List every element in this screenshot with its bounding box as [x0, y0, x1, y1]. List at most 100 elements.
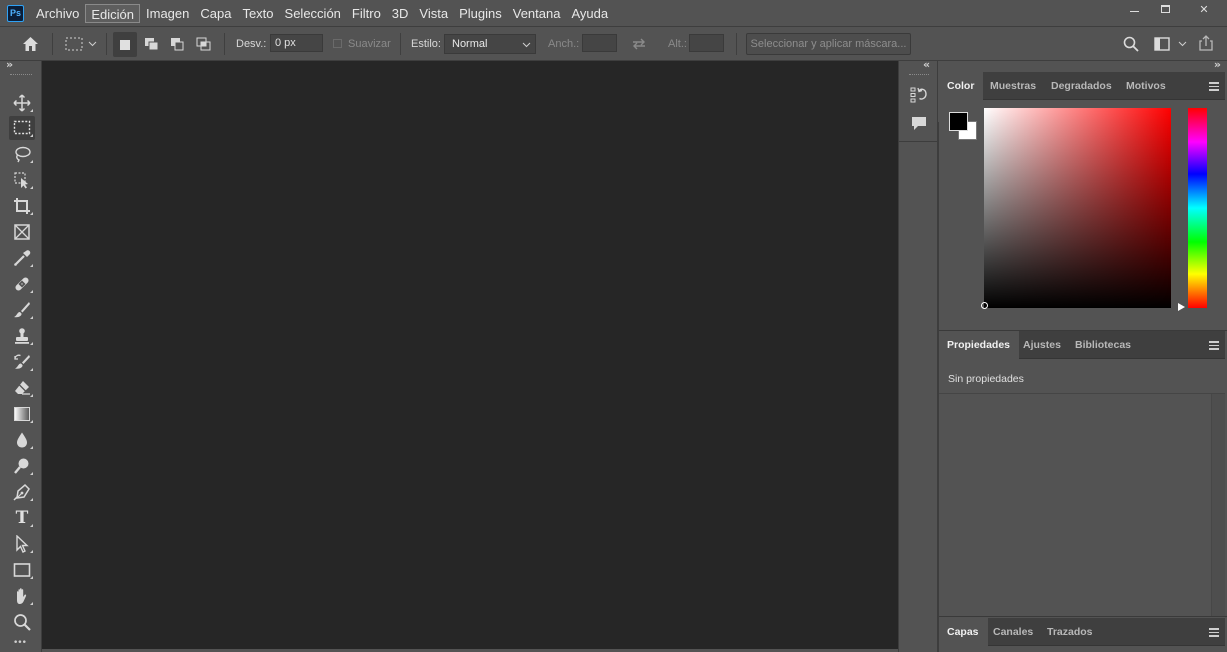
menu-3d[interactable]: 3D: [387, 4, 414, 23]
menu-layer[interactable]: Capa: [195, 4, 236, 23]
lasso-tool[interactable]: [9, 142, 35, 166]
menu-help[interactable]: Ayuda: [566, 4, 613, 23]
properties-scrollbar[interactable]: [1211, 394, 1225, 616]
menu-edit[interactable]: Edición: [85, 3, 140, 23]
width-label: Anch.:: [548, 38, 580, 50]
minimize-button[interactable]: [1119, 0, 1150, 18]
right-panel-dock: » Color Muestras Degradados Motivos Prop…: [938, 58, 1227, 652]
layers-panel-menu-icon[interactable]: [1209, 628, 1219, 639]
expand-panels-button[interactable]: «: [923, 58, 930, 71]
menu-filter[interactable]: Filtro: [347, 4, 386, 23]
width-input[interactable]: [582, 34, 617, 52]
menu-select[interactable]: Selección: [280, 4, 346, 23]
tools-panel: » T •••: [0, 58, 42, 652]
menu-view[interactable]: Vista: [414, 4, 453, 23]
close-button[interactable]: ✕: [1181, 0, 1227, 18]
crop-tool[interactable]: [9, 194, 35, 218]
crop-icon: [14, 198, 30, 214]
collapse-dock-button[interactable]: »: [1214, 58, 1221, 71]
workspace-button[interactable]: [1150, 34, 1190, 54]
collapse-toolbar-button[interactable]: »: [6, 58, 13, 71]
eraser-tool[interactable]: [9, 376, 35, 400]
tab-color[interactable]: Color: [938, 72, 984, 100]
feather-label: Desv.:: [236, 38, 267, 50]
toolbar-grip: [10, 74, 32, 76]
object-select-tool[interactable]: [9, 168, 35, 192]
hue-slider[interactable]: [1188, 108, 1207, 308]
tool-preset-picker[interactable]: [62, 34, 100, 54]
home-button[interactable]: [19, 33, 41, 55]
menu-window[interactable]: Ventana: [508, 4, 566, 23]
tab-properties[interactable]: Propiedades: [938, 331, 1020, 359]
brush-tool[interactable]: [9, 298, 35, 322]
maximize-button[interactable]: [1150, 0, 1181, 18]
collapsed-panel-strip: «: [898, 58, 938, 652]
height-input[interactable]: [689, 34, 724, 52]
rect-marquee-icon: [65, 37, 83, 51]
tab-swatches[interactable]: Muestras: [981, 72, 1045, 100]
hue-slider-handle[interactable]: [1178, 303, 1185, 311]
properties-empty-text: Sin propiedades: [948, 373, 1024, 385]
document-canvas-area[interactable]: [42, 61, 898, 649]
tab-libraries[interactable]: Bibliotecas: [1066, 331, 1140, 359]
path-select-tool[interactable]: [9, 532, 35, 556]
subtract-selection-icon: [171, 38, 184, 51]
frame-tool[interactable]: [9, 220, 35, 244]
style-select[interactable]: Normal: [444, 34, 536, 54]
color-picker-handle[interactable]: [981, 302, 988, 309]
pen-tool[interactable]: [9, 480, 35, 504]
type-tool[interactable]: T: [9, 506, 35, 530]
color-picker-field[interactable]: [984, 108, 1171, 308]
more-tools-button[interactable]: •••: [13, 638, 27, 648]
history-panel-button[interactable]: [908, 84, 930, 106]
chevron-down-icon: [1178, 41, 1186, 47]
tab-channels[interactable]: Canales: [984, 618, 1042, 646]
add-to-selection-button[interactable]: [142, 35, 160, 53]
search-button[interactable]: [1121, 34, 1141, 54]
share-button[interactable]: [1196, 33, 1216, 53]
tab-gradients[interactable]: Degradados: [1042, 72, 1121, 100]
foreground-color-swatch[interactable]: [949, 112, 968, 131]
hand-tool[interactable]: [9, 584, 35, 608]
history-brush-tool[interactable]: [9, 350, 35, 374]
marquee-tool[interactable]: [9, 116, 35, 140]
move-tool[interactable]: [9, 91, 35, 115]
dodge-tool[interactable]: [9, 454, 35, 478]
frame-icon: [14, 224, 30, 240]
rectangle-tool[interactable]: [9, 558, 35, 582]
menu-plugins[interactable]: Plugins: [454, 4, 507, 23]
healing-brush-tool[interactable]: [9, 272, 35, 296]
tab-adjustments[interactable]: Ajustes: [1014, 331, 1070, 359]
select-and-mask-button[interactable]: Seleccionar y aplicar máscara...: [746, 33, 911, 55]
new-selection-button[interactable]: [113, 32, 137, 57]
feather-input[interactable]: 0 px: [270, 34, 323, 52]
menu-type[interactable]: Texto: [237, 4, 278, 23]
stamp-icon: [15, 328, 29, 344]
eraser-icon: [15, 381, 30, 395]
window-controls: ✕: [1119, 0, 1227, 18]
dodge-icon: [14, 458, 29, 474]
menu-file[interactable]: Archivo: [31, 4, 84, 23]
menu-image[interactable]: Imagen: [141, 4, 194, 23]
eyedropper-tool[interactable]: [9, 246, 35, 270]
swap-dimensions-button[interactable]: [628, 35, 650, 53]
style-label: Estilo:: [411, 38, 441, 50]
tab-paths[interactable]: Trazados: [1038, 618, 1102, 646]
properties-panel-menu-icon[interactable]: [1209, 341, 1219, 352]
tab-layers[interactable]: Capas: [938, 618, 988, 646]
intersect-selection-button[interactable]: [194, 35, 212, 53]
blur-tool[interactable]: [9, 428, 35, 452]
hand-icon: [17, 588, 27, 604]
gradient-tool[interactable]: [9, 402, 35, 426]
antialias-checkbox[interactable]: [333, 39, 342, 48]
close-icon: ✕: [1199, 2, 1209, 16]
clone-stamp-tool[interactable]: [9, 324, 35, 348]
type-icon: T: [15, 508, 29, 528]
zoom-icon: [14, 614, 31, 631]
properties-panel-tabs: Propiedades Ajustes Bibliotecas: [938, 331, 1225, 359]
tab-patterns[interactable]: Motivos: [1117, 72, 1175, 100]
subtract-selection-button[interactable]: [168, 35, 186, 53]
comments-panel-button[interactable]: [908, 112, 930, 134]
color-panel-menu-icon[interactable]: [1209, 82, 1219, 93]
zoom-tool[interactable]: [9, 610, 35, 634]
